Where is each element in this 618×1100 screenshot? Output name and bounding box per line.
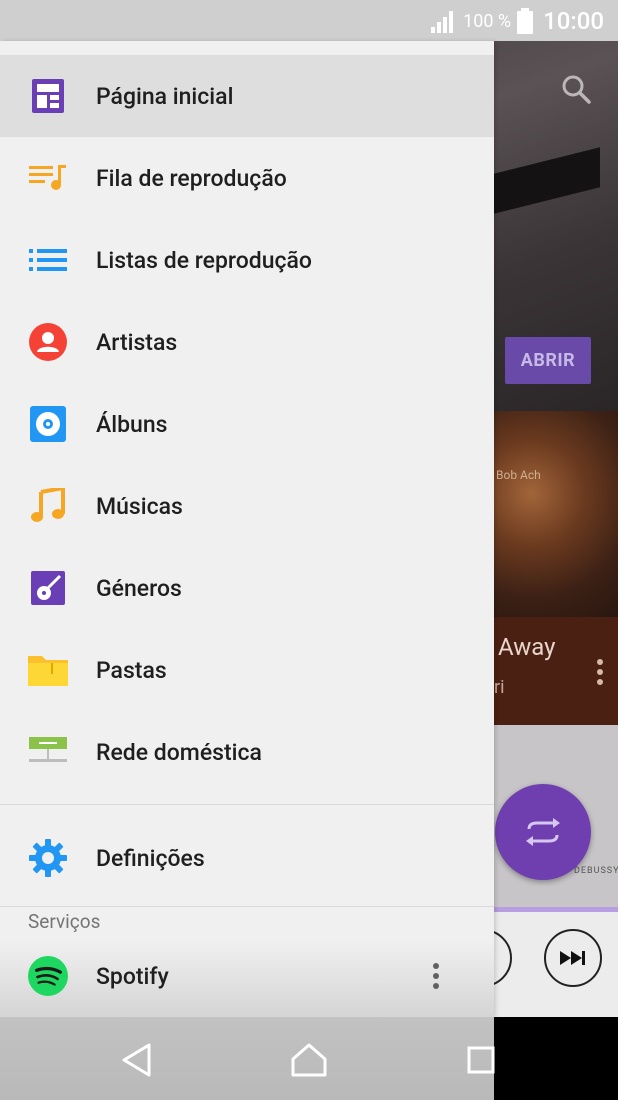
drawer-item-label: Definições bbox=[96, 844, 205, 872]
artist-icon bbox=[28, 322, 68, 362]
album-icon bbox=[28, 404, 68, 444]
shuffle-button[interactable] bbox=[495, 784, 591, 880]
drawer-item-label: Spotify bbox=[96, 962, 169, 990]
home-icon bbox=[291, 1043, 327, 1077]
search-icon[interactable] bbox=[560, 73, 592, 105]
drawer-item-label: Pastas bbox=[96, 656, 167, 684]
queue-music-icon bbox=[28, 158, 68, 198]
song-title: Away bbox=[498, 633, 556, 661]
drawer-item-spotify[interactable]: Spotify bbox=[0, 935, 494, 1017]
navigation-drawer: Página inicial Fila de reprodução Listas… bbox=[0, 41, 494, 1017]
music-note-icon bbox=[28, 486, 68, 526]
gear-icon bbox=[28, 838, 68, 878]
more-vert-icon[interactable] bbox=[426, 961, 446, 991]
drawer-item-label: Artistas bbox=[96, 328, 178, 356]
divider bbox=[0, 906, 494, 907]
album-caption: Bob Ach bbox=[496, 468, 541, 482]
album-footer: DEBUSSY bbox=[574, 866, 618, 876]
next-button[interactable] bbox=[544, 929, 602, 987]
more-options-icon[interactable] bbox=[594, 657, 606, 687]
drawer-item-settings[interactable]: Definições bbox=[0, 817, 494, 899]
battery-icon bbox=[517, 8, 534, 34]
drawer-item-label: Página inicial bbox=[96, 82, 234, 110]
system-navigation-bar bbox=[0, 1017, 618, 1100]
drawer-item-songs[interactable]: Músicas bbox=[0, 465, 494, 547]
home-grid-icon bbox=[28, 76, 68, 116]
repeat-icon bbox=[526, 818, 560, 846]
services-header: Serviços bbox=[28, 910, 101, 933]
drawer-item-label: Fila de reprodução bbox=[96, 164, 287, 192]
guitar-icon bbox=[28, 568, 68, 608]
home-button[interactable] bbox=[284, 1035, 334, 1085]
drawer-item-albums[interactable]: Álbuns bbox=[0, 383, 494, 465]
skip-next-icon bbox=[560, 951, 585, 965]
drawer-item-label: Géneros bbox=[96, 574, 182, 602]
home-network-icon bbox=[28, 732, 68, 772]
song-subtitle: ri bbox=[494, 677, 505, 698]
back-icon bbox=[122, 1043, 151, 1077]
drawer-item-label: Listas de reprodução bbox=[96, 246, 312, 274]
drawer-item-artists[interactable]: Artistas bbox=[0, 301, 494, 383]
drawer-item-playlists[interactable]: Listas de reprodução bbox=[0, 219, 494, 301]
drawer-item-genres[interactable]: Géneros bbox=[0, 547, 494, 629]
drawer-item-label: Rede doméstica bbox=[96, 738, 262, 766]
drawer-item-label: Músicas bbox=[96, 492, 183, 520]
drawer-item-home[interactable]: Página inicial bbox=[0, 55, 494, 137]
spotify-icon bbox=[28, 956, 68, 996]
back-button[interactable] bbox=[112, 1035, 162, 1085]
recents-button[interactable] bbox=[456, 1035, 506, 1085]
battery-percent: 100 % bbox=[463, 10, 512, 32]
divider bbox=[0, 804, 494, 805]
drawer-item-label: Álbuns bbox=[96, 410, 168, 438]
clock: 10:00 bbox=[543, 7, 604, 35]
playlist-icon bbox=[28, 240, 68, 280]
mini-player bbox=[454, 912, 618, 1017]
folder-icon bbox=[28, 650, 68, 690]
drawer-item-queue[interactable]: Fila de reprodução bbox=[0, 137, 494, 219]
status-bar: 100 % 10:00 bbox=[0, 0, 618, 41]
open-button[interactable]: ABRIR bbox=[505, 337, 591, 384]
drawer-item-folders[interactable]: Pastas bbox=[0, 629, 494, 711]
drawer-item-home-network[interactable]: Rede doméstica bbox=[0, 711, 494, 793]
album-artwork[interactable] bbox=[494, 411, 618, 617]
recents-icon bbox=[467, 1046, 495, 1074]
signal-icon bbox=[431, 11, 454, 33]
